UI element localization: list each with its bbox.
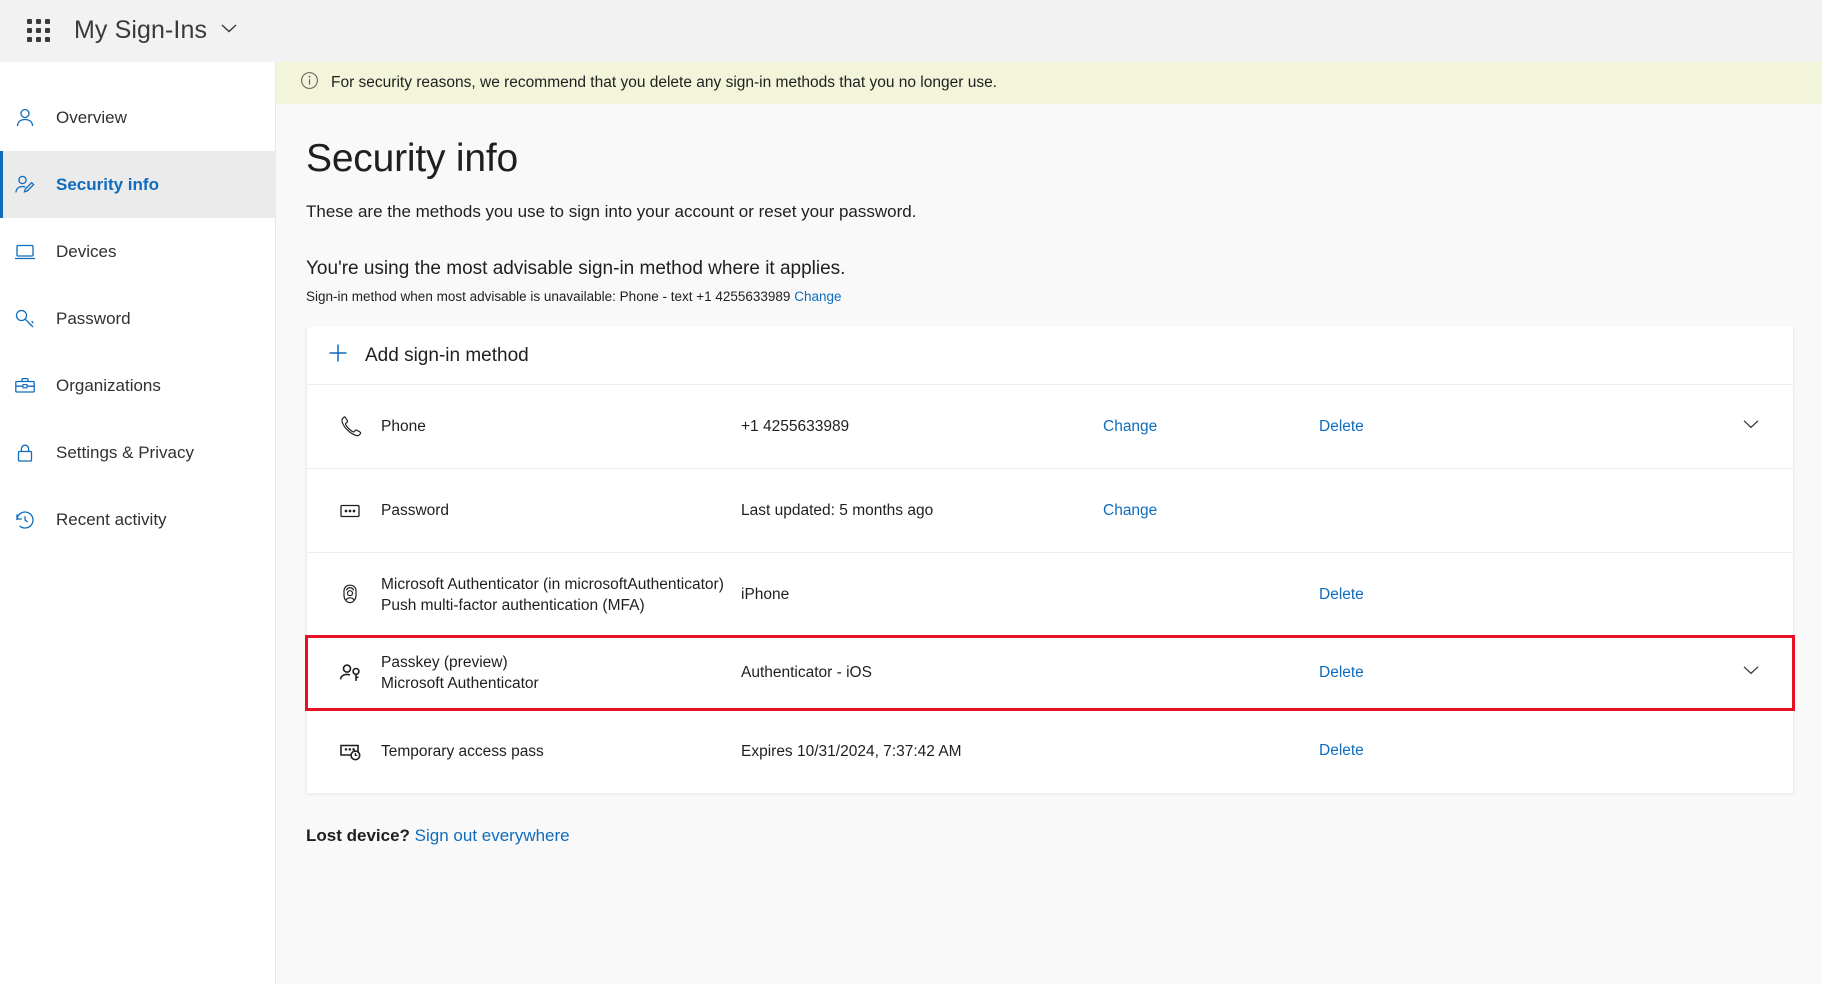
method-value: Expires 10/31/2024, 7:37:42 AM	[741, 741, 1103, 762]
method-action-secondary: Delete	[1319, 664, 1509, 682]
method-expand-cell	[1509, 412, 1793, 441]
method-name-line1: Phone	[381, 418, 426, 435]
app-title: My Sign-Ins	[74, 16, 207, 45]
temporary-access-pass-icon	[319, 736, 381, 766]
chevron-down-icon	[219, 18, 239, 43]
method-value-line1: +1 4255633989	[741, 418, 849, 435]
table-row: Password Last updated: 5 months ago Chan…	[307, 469, 1793, 553]
method-action-secondary: Delete	[1319, 418, 1509, 436]
brand-menu[interactable]: My Sign-Ins	[74, 16, 239, 45]
sidebar-item-password[interactable]: Password	[0, 285, 275, 352]
delete-link[interactable]: Delete	[1319, 418, 1364, 435]
table-row-passkey-highlighted: Passkey (preview) Microsoft Authenticato…	[307, 637, 1793, 709]
lost-device-row: Lost device? Sign out everywhere	[306, 826, 1792, 846]
sidebar-item-label: Password	[56, 309, 131, 329]
lock-icon	[12, 440, 38, 466]
lost-device-label: Lost device?	[306, 826, 410, 845]
table-row: Temporary access pass Expires 10/31/2024…	[307, 709, 1793, 793]
method-name: Microsoft Authenticator (in microsoftAut…	[381, 574, 741, 616]
method-name-line2: Push multi-factor authentication (MFA)	[381, 595, 733, 616]
method-value: iPhone	[741, 584, 1103, 605]
method-name-line1: Microsoft Authenticator (in microsoftAut…	[381, 576, 724, 593]
method-value: Last updated: 5 months ago	[741, 500, 1103, 521]
delete-link[interactable]: Delete	[1319, 664, 1364, 681]
table-row: Phone +1 4255633989 Change Delete	[307, 385, 1793, 469]
method-value: Authenticator - iOS	[741, 662, 1103, 683]
password-dots-icon	[319, 496, 381, 526]
change-link[interactable]: Change	[1103, 418, 1157, 435]
method-expand-cell	[1509, 658, 1793, 687]
person-edit-icon	[12, 172, 38, 198]
content-area: Security info These are the methods you …	[276, 104, 1822, 846]
method-action-secondary: Delete	[1319, 742, 1509, 760]
change-link[interactable]: Change	[1103, 502, 1157, 519]
method-name-line1: Passkey (preview)	[381, 654, 508, 671]
chevron-down-icon[interactable]	[1739, 658, 1763, 687]
sidebar-item-label: Settings & Privacy	[56, 443, 194, 463]
method-name: Phone	[381, 416, 741, 437]
sign-in-methods-card: Add sign-in method Phone +1 4255633989 C…	[306, 327, 1794, 794]
main-content: For security reasons, we recommend that …	[276, 62, 1822, 984]
method-value-line2: 5 months ago	[839, 502, 933, 519]
method-action-primary: Change	[1103, 502, 1319, 520]
security-notice-banner: For security reasons, we recommend that …	[276, 62, 1822, 104]
sidebar-item-devices[interactable]: Devices	[0, 218, 275, 285]
method-value-line1: Last updated:	[741, 502, 835, 519]
app-shell: Overview Security info Devices Password	[0, 62, 1822, 984]
sidebar-item-label: Devices	[56, 242, 116, 262]
security-notice-text: For security reasons, we recommend that …	[331, 74, 997, 92]
phone-icon	[319, 412, 381, 442]
sidebar-item-organizations[interactable]: Organizations	[0, 352, 275, 419]
sidebar-item-label: Recent activity	[56, 510, 167, 530]
sidebar-item-label: Overview	[56, 108, 127, 128]
method-name-line2: Microsoft Authenticator	[381, 673, 733, 694]
method-value: +1 4255633989	[741, 416, 1103, 437]
add-sign-in-method-button[interactable]: Add sign-in method	[307, 327, 1793, 385]
passkey-person-key-icon	[319, 658, 381, 688]
sign-out-everywhere-link[interactable]: Sign out everywhere	[415, 826, 570, 845]
advisable-subtext-row: Sign-in method when most advisable is un…	[306, 289, 1792, 304]
sidebar-item-settings-privacy[interactable]: Settings & Privacy	[0, 419, 275, 486]
method-name: Temporary access pass	[381, 741, 741, 762]
method-name: Password	[381, 500, 741, 521]
add-sign-in-method-label: Add sign-in method	[365, 345, 529, 367]
app-launcher-grid	[27, 19, 50, 42]
history-clock-icon	[12, 507, 38, 533]
chevron-down-icon[interactable]	[1739, 412, 1763, 441]
info-circle-icon	[300, 71, 319, 95]
method-name-line1: Password	[381, 502, 449, 519]
advisable-subtext: Sign-in method when most advisable is un…	[306, 289, 790, 304]
briefcase-icon	[12, 373, 38, 399]
sidebar-item-label: Organizations	[56, 376, 161, 396]
sidebar-nav: Overview Security info Devices Password	[0, 62, 276, 984]
method-action-primary: Change	[1103, 418, 1319, 436]
method-action-secondary: Delete	[1319, 586, 1509, 604]
delete-link[interactable]: Delete	[1319, 586, 1364, 603]
page-subtitle: These are the methods you use to sign in…	[306, 202, 1792, 222]
sidebar-item-security-info[interactable]: Security info	[0, 151, 275, 218]
sidebar-item-label: Security info	[56, 175, 159, 195]
person-icon	[12, 105, 38, 131]
key-search-icon	[12, 306, 38, 332]
method-value-line1: iPhone	[741, 586, 789, 603]
authenticator-icon	[319, 580, 381, 610]
plus-icon	[327, 342, 349, 369]
page-title: Security info	[306, 130, 1792, 188]
sidebar-item-overview[interactable]: Overview	[0, 84, 275, 151]
sidebar-item-recent-activity[interactable]: Recent activity	[0, 486, 275, 553]
method-value-line1: Expires 10/31/2024, 7:37:42 AM	[741, 743, 962, 760]
method-name: Passkey (preview) Microsoft Authenticato…	[381, 652, 741, 694]
method-value-line1: Authenticator - iOS	[741, 664, 872, 681]
app-bar: My Sign-Ins	[0, 0, 1822, 62]
laptop-icon	[12, 239, 38, 265]
delete-link[interactable]: Delete	[1319, 742, 1364, 759]
advisable-change-link[interactable]: Change	[794, 289, 841, 304]
app-launcher-icon[interactable]	[16, 9, 60, 53]
method-name-line1: Temporary access pass	[381, 743, 544, 760]
table-row: Microsoft Authenticator (in microsoftAut…	[307, 553, 1793, 637]
advisable-heading: You're using the most advisable sign-in …	[306, 258, 1792, 280]
